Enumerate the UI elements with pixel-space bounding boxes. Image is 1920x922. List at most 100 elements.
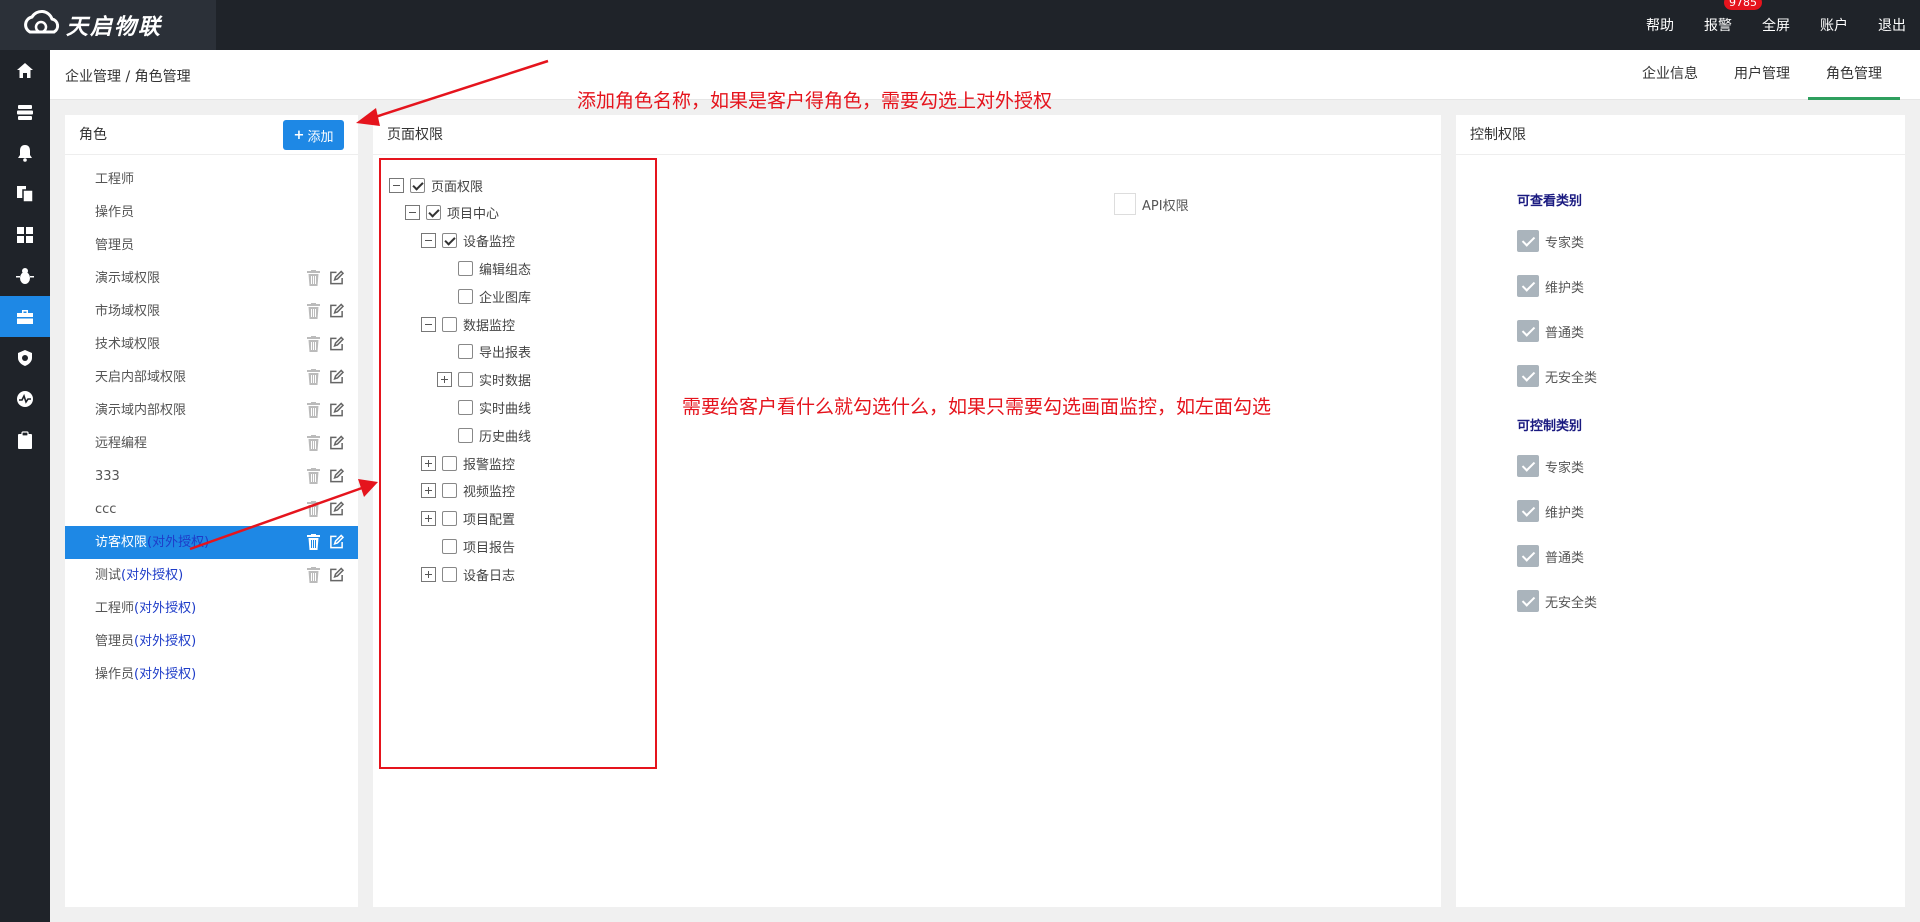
trash-icon[interactable] (306, 336, 321, 352)
role-item[interactable]: 天启内部域权限 (65, 361, 358, 394)
tree-node-checkbox[interactable] (442, 233, 457, 249)
tree-node-checkbox[interactable] (458, 260, 473, 276)
role-item[interactable]: 工程师 (65, 163, 358, 196)
control-category-checkbox[interactable] (1517, 545, 1539, 567)
view-category-item[interactable]: 专家类 (1517, 230, 1584, 252)
api-permission[interactable]: API权限 (1114, 193, 1189, 215)
trash-icon[interactable] (306, 369, 321, 385)
tree-node-checkbox[interactable] (442, 511, 457, 527)
role-item[interactable]: 市场域权限 (65, 295, 358, 328)
role-item[interactable]: 管理员(对外授权) (65, 625, 358, 658)
expand-icon[interactable] (421, 483, 436, 499)
tree-node-checkbox[interactable] (442, 566, 457, 582)
logout-link[interactable]: 退出 (1878, 15, 1906, 35)
control-category-item[interactable]: 维护类 (1517, 500, 1584, 522)
view-category-checkbox[interactable] (1517, 275, 1539, 297)
alarm-link[interactable]: 报警 9785 (1704, 0, 1762, 35)
control-category-item[interactable]: 无安全类 (1517, 590, 1597, 612)
tree-node-checkbox[interactable] (458, 372, 473, 388)
role-item[interactable]: 测试(对外授权) (65, 559, 358, 592)
role-item[interactable]: 演示域权限 (65, 262, 358, 295)
sidebar-item-report[interactable] (0, 419, 50, 460)
view-category-item[interactable]: 维护类 (1517, 275, 1584, 297)
view-category-checkbox[interactable] (1517, 365, 1539, 387)
sidebar-item-server[interactable] (0, 91, 50, 132)
sidebar-item-enterprise[interactable] (0, 296, 50, 337)
sidebar-item-home[interactable] (0, 50, 50, 91)
tree-node-checkbox[interactable] (410, 177, 425, 193)
view-category-item[interactable]: 普通类 (1517, 320, 1584, 342)
edit-icon[interactable] (329, 369, 344, 385)
edit-icon[interactable] (329, 402, 344, 418)
trash-icon[interactable] (306, 534, 321, 550)
tree-node-checkbox[interactable] (442, 538, 457, 554)
control-category-checkbox[interactable] (1517, 590, 1539, 612)
role-item[interactable]: 操作员 (65, 196, 358, 229)
role-item[interactable]: 管理员 (65, 229, 358, 262)
tree-node-checkbox[interactable] (442, 455, 457, 471)
fullscreen-link[interactable]: 全屏 (1762, 15, 1790, 35)
tab-enterprise-info[interactable]: 企业信息 (1624, 50, 1716, 100)
sidebar-item-alarm[interactable] (0, 132, 50, 173)
role-item[interactable]: 技术域权限 (65, 328, 358, 361)
view-category-checkbox[interactable] (1517, 230, 1539, 252)
collapse-icon[interactable] (421, 316, 436, 332)
role-item[interactable]: 远程编程 (65, 427, 358, 460)
control-category-item[interactable]: 专家类 (1517, 455, 1584, 477)
edit-icon[interactable] (329, 567, 344, 583)
logo[interactable]: 天启物联 (0, 0, 216, 50)
expand-icon[interactable] (421, 566, 436, 582)
trash-icon[interactable] (306, 402, 321, 418)
trash-icon[interactable] (306, 303, 321, 319)
role-item[interactable]: 演示域内部权限 (65, 394, 358, 427)
sidebar-item-monitor[interactable] (0, 378, 50, 419)
sidebar-item-dashboard[interactable] (0, 214, 50, 255)
edit-icon[interactable] (329, 435, 344, 451)
edit-icon[interactable] (329, 336, 344, 352)
expand-icon[interactable] (421, 455, 436, 471)
role-item[interactable]: 操作员(对外授权) (65, 658, 358, 691)
external-auth-tag: (对外授权) (134, 634, 197, 649)
account-link[interactable]: 账户 (1820, 15, 1848, 35)
tree-node-checkbox[interactable] (458, 399, 473, 415)
edit-icon[interactable] (329, 468, 344, 484)
control-category-item[interactable]: 普通类 (1517, 545, 1584, 567)
control-category-checkbox[interactable] (1517, 455, 1539, 477)
tab-user-management[interactable]: 用户管理 (1716, 50, 1808, 100)
sidebar-item-debug[interactable] (0, 255, 50, 296)
add-role-button[interactable]: + 添加 (283, 120, 344, 150)
tree-node-checkbox[interactable] (458, 288, 473, 304)
trash-icon[interactable] (306, 567, 321, 583)
tree-node: 项目报告 (421, 536, 515, 556)
edit-icon[interactable] (329, 303, 344, 319)
role-item[interactable]: 333 (65, 460, 358, 493)
view-category-checkbox[interactable] (1517, 320, 1539, 342)
tree-node-checkbox[interactable] (458, 344, 473, 360)
role-item[interactable]: ccc (65, 493, 358, 526)
trash-icon[interactable] (306, 270, 321, 286)
collapse-icon[interactable] (389, 177, 404, 193)
control-category-checkbox[interactable] (1517, 500, 1539, 522)
tree-node-checkbox[interactable] (442, 316, 457, 332)
help-link[interactable]: 帮助 (1646, 15, 1674, 35)
collapse-icon[interactable] (405, 205, 420, 221)
edit-icon[interactable] (329, 534, 344, 550)
tree-node-checkbox[interactable] (442, 483, 457, 499)
edit-icon[interactable] (329, 270, 344, 286)
tab-role-management[interactable]: 角色管理 (1808, 50, 1900, 100)
trash-icon[interactable] (306, 501, 321, 517)
tree-node-checkbox[interactable] (458, 427, 473, 443)
role-item[interactable]: 访客权限(对外授权) (65, 526, 358, 559)
trash-icon[interactable] (306, 468, 321, 484)
sidebar-item-copy[interactable] (0, 173, 50, 214)
collapse-icon[interactable] (421, 233, 436, 249)
expand-icon[interactable] (437, 372, 452, 388)
view-category-item[interactable]: 无安全类 (1517, 365, 1597, 387)
sidebar-item-security[interactable] (0, 337, 50, 378)
tree-node-checkbox[interactable] (426, 205, 441, 221)
role-item[interactable]: 工程师(对外授权) (65, 592, 358, 625)
trash-icon[interactable] (306, 435, 321, 451)
edit-icon[interactable] (329, 501, 344, 517)
expand-icon[interactable] (421, 511, 436, 527)
api-permission-checkbox[interactable] (1114, 193, 1136, 215)
